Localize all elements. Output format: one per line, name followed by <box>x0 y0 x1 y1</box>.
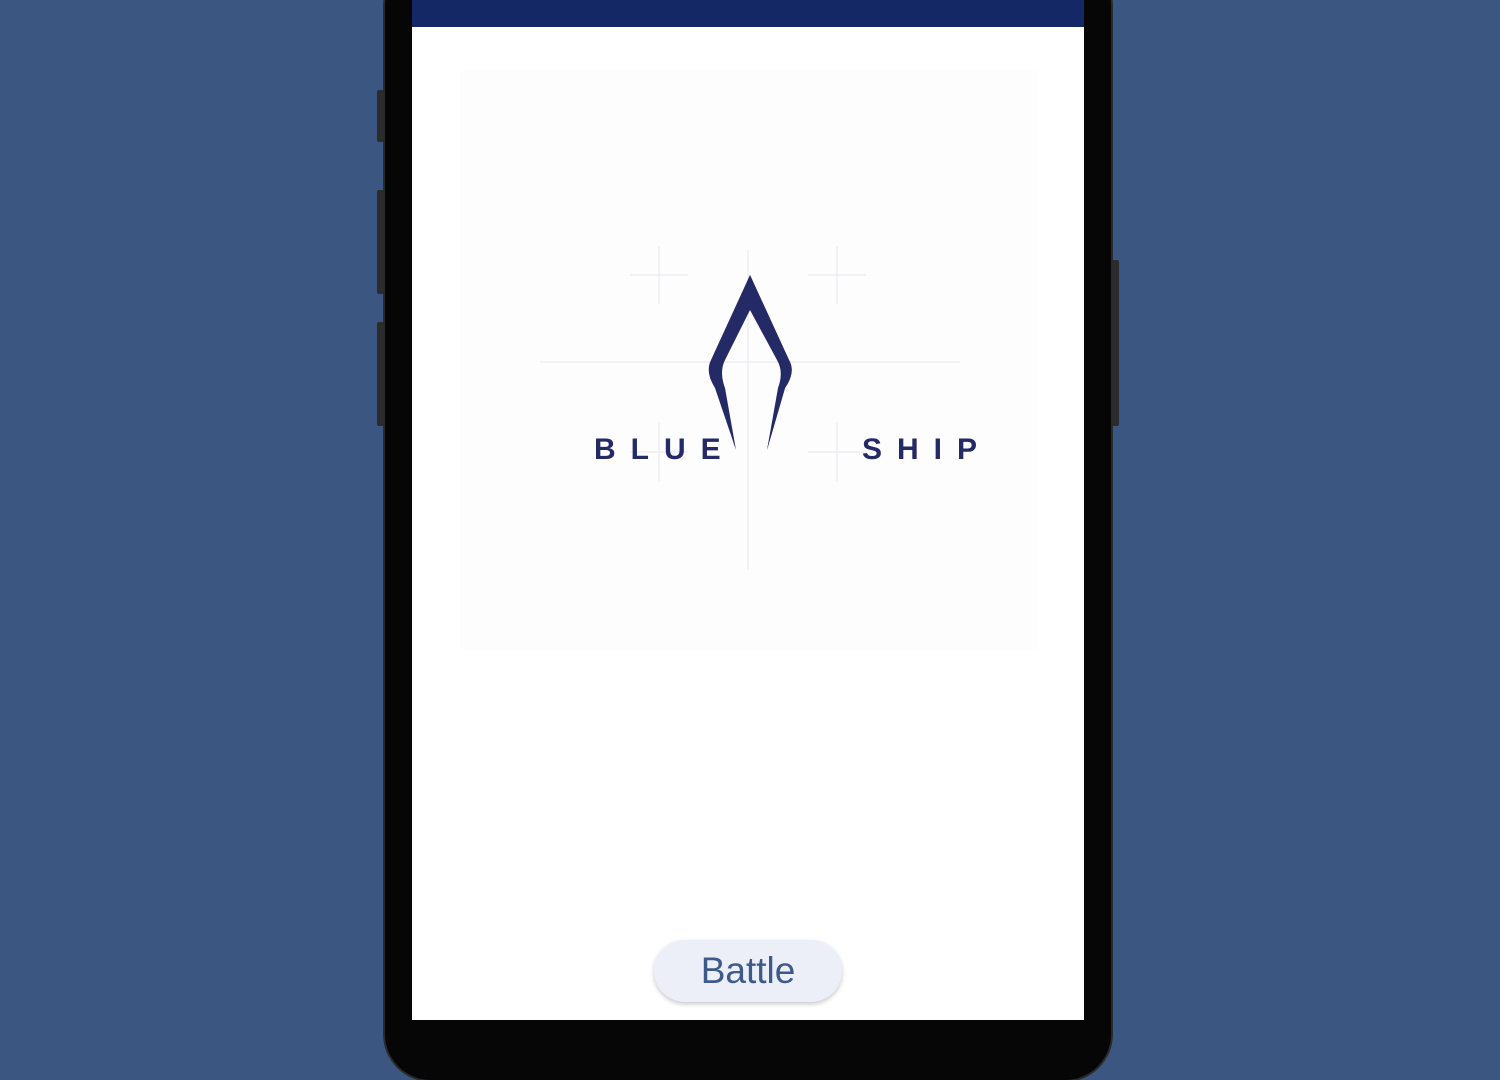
status-bar <box>412 0 1084 27</box>
logo-text-blue: BLUE <box>594 433 736 466</box>
phone-volume-down-button <box>377 322 385 426</box>
phone-power-button <box>1111 260 1119 426</box>
app-screen: BLUE SHIP Battle <box>412 0 1084 1020</box>
phone-mute-switch <box>377 90 385 142</box>
battle-button[interactable]: Battle <box>654 940 842 1002</box>
splash-logo: BLUE SHIP <box>460 70 1038 650</box>
phone-volume-up-button <box>377 190 385 294</box>
ship-bow-icon <box>708 275 792 450</box>
logo-text-ship: SHIP <box>862 433 993 466</box>
